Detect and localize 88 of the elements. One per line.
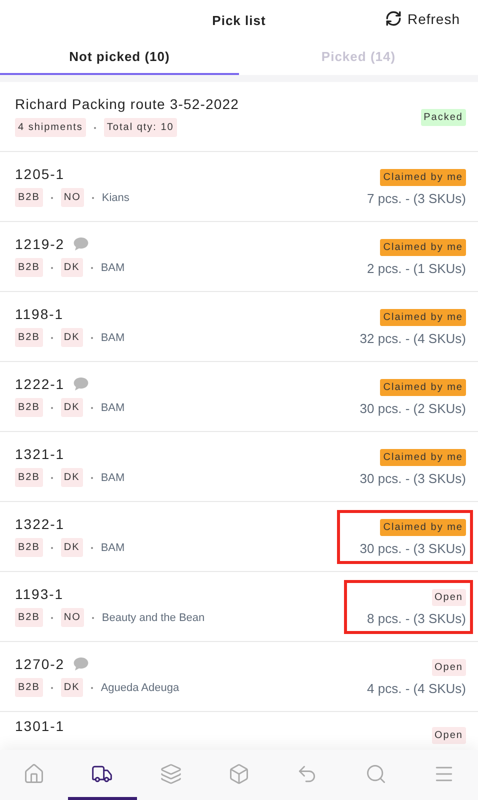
separator-dot	[90, 686, 93, 688]
status-badge: Claimed by me	[380, 308, 466, 326]
status-badge: Claimed by me	[380, 448, 466, 466]
separator-dot	[50, 686, 53, 688]
home-icon	[23, 762, 46, 784]
separator-dot	[90, 476, 93, 478]
tag: B2B	[15, 678, 43, 697]
order-number: 1301-1	[15, 718, 65, 734]
separator-dot	[50, 546, 53, 548]
status-badge: Open	[432, 727, 466, 744]
tag: B2B	[15, 398, 43, 417]
tag: B2B	[15, 188, 43, 207]
separator-dot	[92, 616, 94, 618]
quantity-text: 30 pcs. - (3 SKUs)	[360, 470, 466, 486]
separator-dot	[90, 336, 93, 338]
box-icon	[228, 762, 250, 784]
route-card[interactable]: Richard Packing route 3-52-2022 4 shipments Total qty: 10 Packed	[0, 82, 478, 152]
order-number: 1205-1	[15, 166, 65, 182]
quantity-text: 2 pcs. - (1 SKUs)	[367, 260, 466, 276]
order-number: 1321-1	[15, 446, 65, 462]
status-badge: Claimed by me	[380, 518, 466, 536]
tag: Total qty: 10	[104, 118, 177, 137]
order-number: 1222-1	[15, 376, 65, 392]
quantity-text: 7 pcs. - (3 SKUs)	[367, 190, 466, 206]
order-number: 1198-1	[15, 306, 64, 322]
tag: NO	[60, 188, 84, 207]
separator-dot	[50, 336, 53, 338]
status-badge: Claimed by me	[380, 378, 466, 396]
quantity-text: 30 pcs. - (3 SKUs)	[360, 540, 466, 556]
order-row[interactable]: 1222-1 B2B DK BAM Claimed by me 30 pcs. - (2 SKUs)	[0, 362, 478, 432]
tag: B2B	[15, 608, 43, 627]
separator-dot	[50, 406, 53, 408]
layers-icon	[160, 762, 182, 784]
order-number: 1270-2	[15, 656, 65, 672]
separator-dot	[50, 266, 53, 268]
tag: DK	[60, 398, 83, 417]
refresh-icon	[385, 10, 402, 27]
status-badge: Open	[432, 658, 466, 676]
customer-name: Beauty and the Bean	[102, 612, 205, 624]
tag: DK	[60, 328, 83, 347]
status-badge: Packed	[420, 108, 466, 126]
tag: DK	[60, 678, 83, 697]
tag: B2B	[15, 328, 43, 347]
order-number: 1193-1	[15, 586, 64, 602]
tag: DK	[60, 538, 83, 557]
customer-name: BAM	[100, 402, 125, 414]
order-row[interactable]: 1198-1 B2B DK BAM Claimed by me 32 pcs. - (4 SKUs)	[0, 292, 478, 362]
separator-dot	[90, 266, 93, 268]
order-number: 1219-2	[15, 236, 65, 252]
separator-dot	[50, 196, 53, 198]
customer-name: BAM	[100, 332, 125, 344]
tag: B2B	[15, 258, 43, 277]
separator-dot	[90, 406, 93, 408]
status-badge: Claimed by me	[380, 168, 466, 186]
order-row[interactable]: 1322-1 B2B DK BAM Claimed by me 30 pcs. - (3 SKUs)	[0, 502, 478, 572]
page-title: Pick list	[212, 12, 266, 28]
order-row[interactable]: 1321-1 B2B DK BAM Claimed by me 30 pcs. - (3 SKUs)	[0, 432, 478, 502]
separator-dot	[50, 476, 53, 478]
separator-dot	[50, 616, 53, 618]
quantity-text: 4 pcs. - (4 SKUs)	[367, 680, 466, 696]
tab[interactable]: Not picked (10)	[0, 40, 239, 75]
separator-dot	[90, 546, 93, 548]
tag: DK	[60, 258, 83, 277]
customer-name: BAM	[100, 472, 125, 484]
separator-dot	[92, 196, 94, 198]
tag: DK	[60, 468, 83, 487]
status-badge: Open	[432, 588, 466, 606]
quantity-text: 32 pcs. - (4 SKUs)	[360, 330, 466, 346]
order-row[interactable]: 1193-1 B2B NO Beauty and the Bean Open 8 pcs. - (3 SKUs)	[0, 572, 478, 642]
search-icon	[364, 762, 387, 784]
quantity-text: 30 pcs. - (2 SKUs)	[360, 400, 466, 416]
separator-dot	[94, 126, 96, 128]
tag: B2B	[15, 468, 43, 487]
refresh-button[interactable]: Refresh	[385, 10, 460, 27]
customer-name: BAM	[100, 542, 125, 554]
order-row[interactable]: 1219-2 B2B DK BAM Claimed by me 2 pcs. - (1 SKUs)	[0, 222, 478, 292]
order-number: 1322-1	[15, 516, 65, 532]
tag: NO	[60, 608, 84, 627]
customer-name: Agueda Adeuga	[100, 682, 180, 694]
customer-name: BAM	[100, 262, 125, 274]
route-title: Richard Packing route 3-52-2022	[15, 96, 240, 112]
tag: B2B	[15, 538, 43, 557]
customer-name: Kians	[102, 192, 130, 204]
status-badge: Claimed by me	[380, 238, 466, 256]
tag: 4 shipments	[15, 118, 86, 137]
quantity-text: 8 pcs. - (3 SKUs)	[367, 610, 466, 626]
order-row[interactable]: 1270-2 B2B DK Agueda Adeuga Open 4 pcs. - (4 SKUs)	[0, 642, 478, 712]
order-row[interactable]: 1205-1 B2B NO Kians Claimed by me 7 pcs. - (3 SKUs)	[0, 152, 478, 222]
